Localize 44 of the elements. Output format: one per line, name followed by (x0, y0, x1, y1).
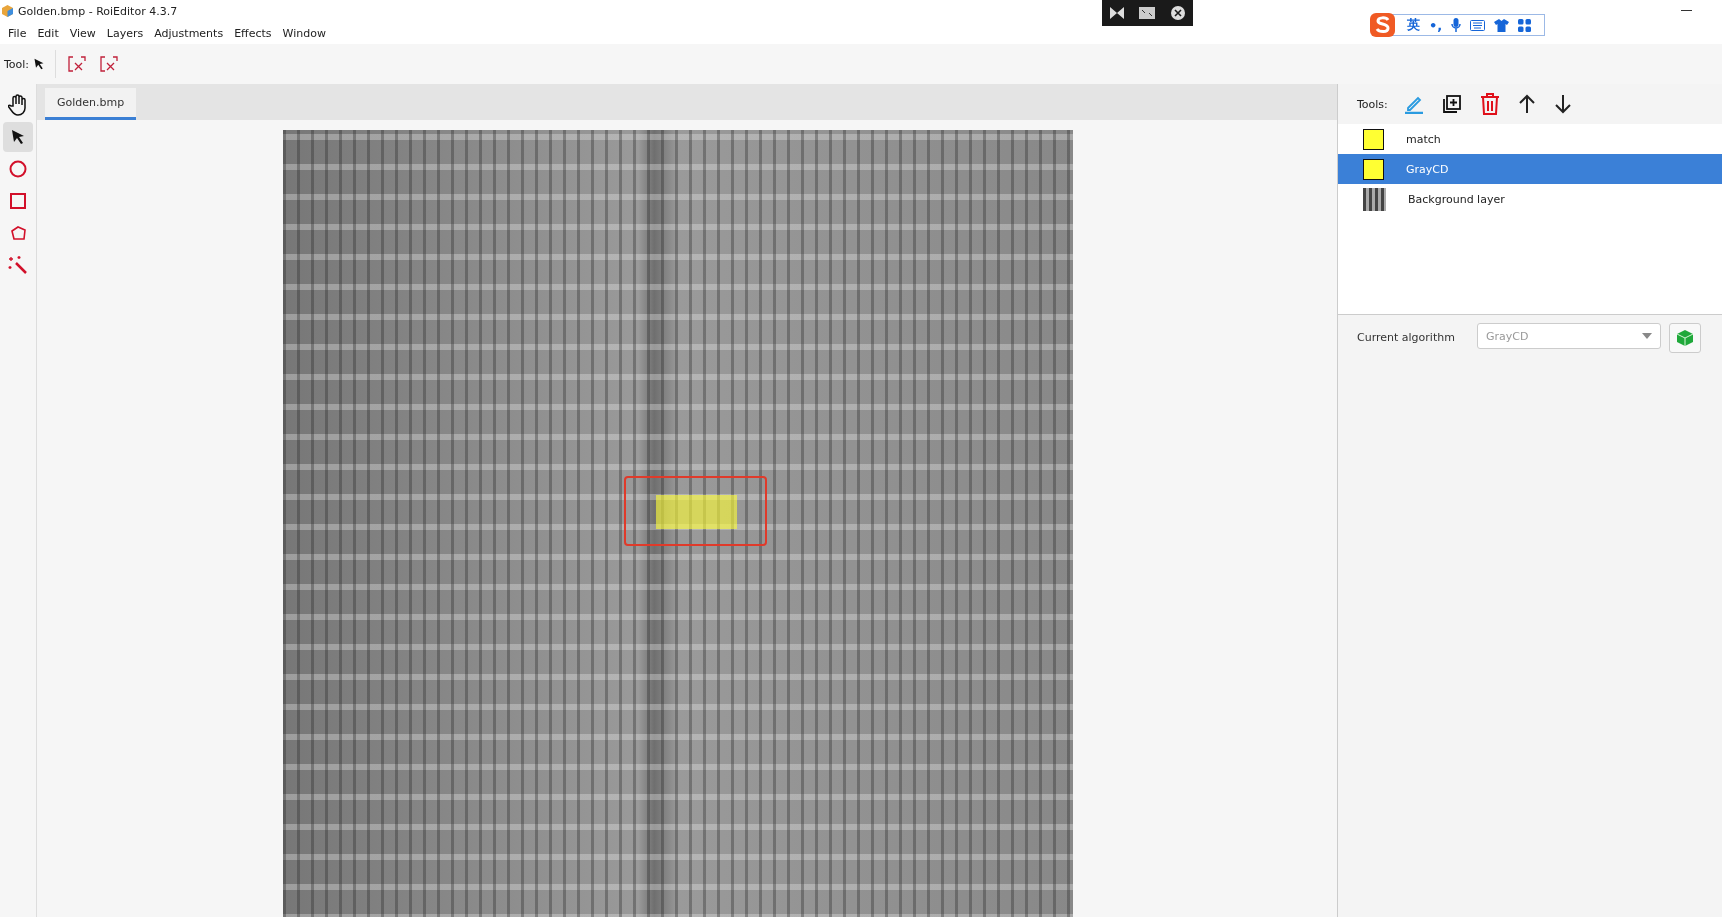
window-title: Golden.bmp - RoiEditor 4.3.7 (18, 4, 178, 18)
circle-icon (9, 160, 27, 178)
shirt-icon[interactable] (1494, 18, 1510, 32)
layer-row[interactable]: match (1338, 124, 1722, 154)
run-button[interactable] (1668, 323, 1701, 353)
ime-punctuation[interactable]: •, (1429, 17, 1443, 33)
hand-icon (8, 94, 28, 116)
close-icon[interactable] (1171, 6, 1186, 20)
menu-item[interactable]: Edit (33, 26, 66, 40)
dropdown-caret-icon (1641, 333, 1652, 339)
menu-item[interactable]: Window (278, 26, 333, 40)
menu-item[interactable]: Effects (230, 26, 279, 40)
menu-item[interactable]: File (4, 26, 34, 40)
menu-item[interactable]: View (65, 26, 103, 40)
ime-mode[interactable]: 英 (1407, 16, 1420, 34)
layer-name: GrayCD (1406, 162, 1449, 176)
menu-item[interactable]: Adjustments (150, 26, 231, 40)
microphone-icon[interactable] (1451, 17, 1462, 33)
image-thumbnail (1363, 187, 1386, 211)
roi-rectangle[interactable] (624, 476, 767, 546)
cube-logo-icon (2, 5, 13, 17)
tools-label: Tools: (1357, 97, 1388, 111)
magic-wand-icon (8, 255, 28, 275)
clear-selection-button[interactable] (66, 54, 89, 74)
clear-selection-button[interactable] (98, 54, 121, 74)
layer-row[interactable]: GrayCD (1338, 154, 1722, 184)
algorithm-label: Current algorithm (1357, 331, 1455, 344)
document-tab[interactable]: Golden.bmp (45, 88, 137, 120)
layer-name: Background layer (1408, 192, 1505, 206)
pointer-icon (10, 129, 26, 145)
grid-icon[interactable] (1518, 18, 1532, 32)
tool-label: Tool: (4, 57, 30, 71)
cube-icon (1676, 330, 1693, 346)
play-icon[interactable] (1109, 7, 1124, 19)
resize-icon[interactable] (1139, 7, 1156, 19)
rectangle-icon (10, 193, 26, 209)
tool-button[interactable] (3, 122, 33, 152)
layer-name: match (1406, 132, 1441, 146)
keyboard-icon[interactable] (1470, 19, 1486, 31)
pointer-icon (33, 58, 46, 70)
ime-logo-icon[interactable] (1368, 12, 1398, 38)
menu-item[interactable]: Layers (102, 26, 151, 40)
layer-row[interactable]: Background layer (1338, 184, 1722, 214)
polygon-icon (9, 225, 27, 241)
